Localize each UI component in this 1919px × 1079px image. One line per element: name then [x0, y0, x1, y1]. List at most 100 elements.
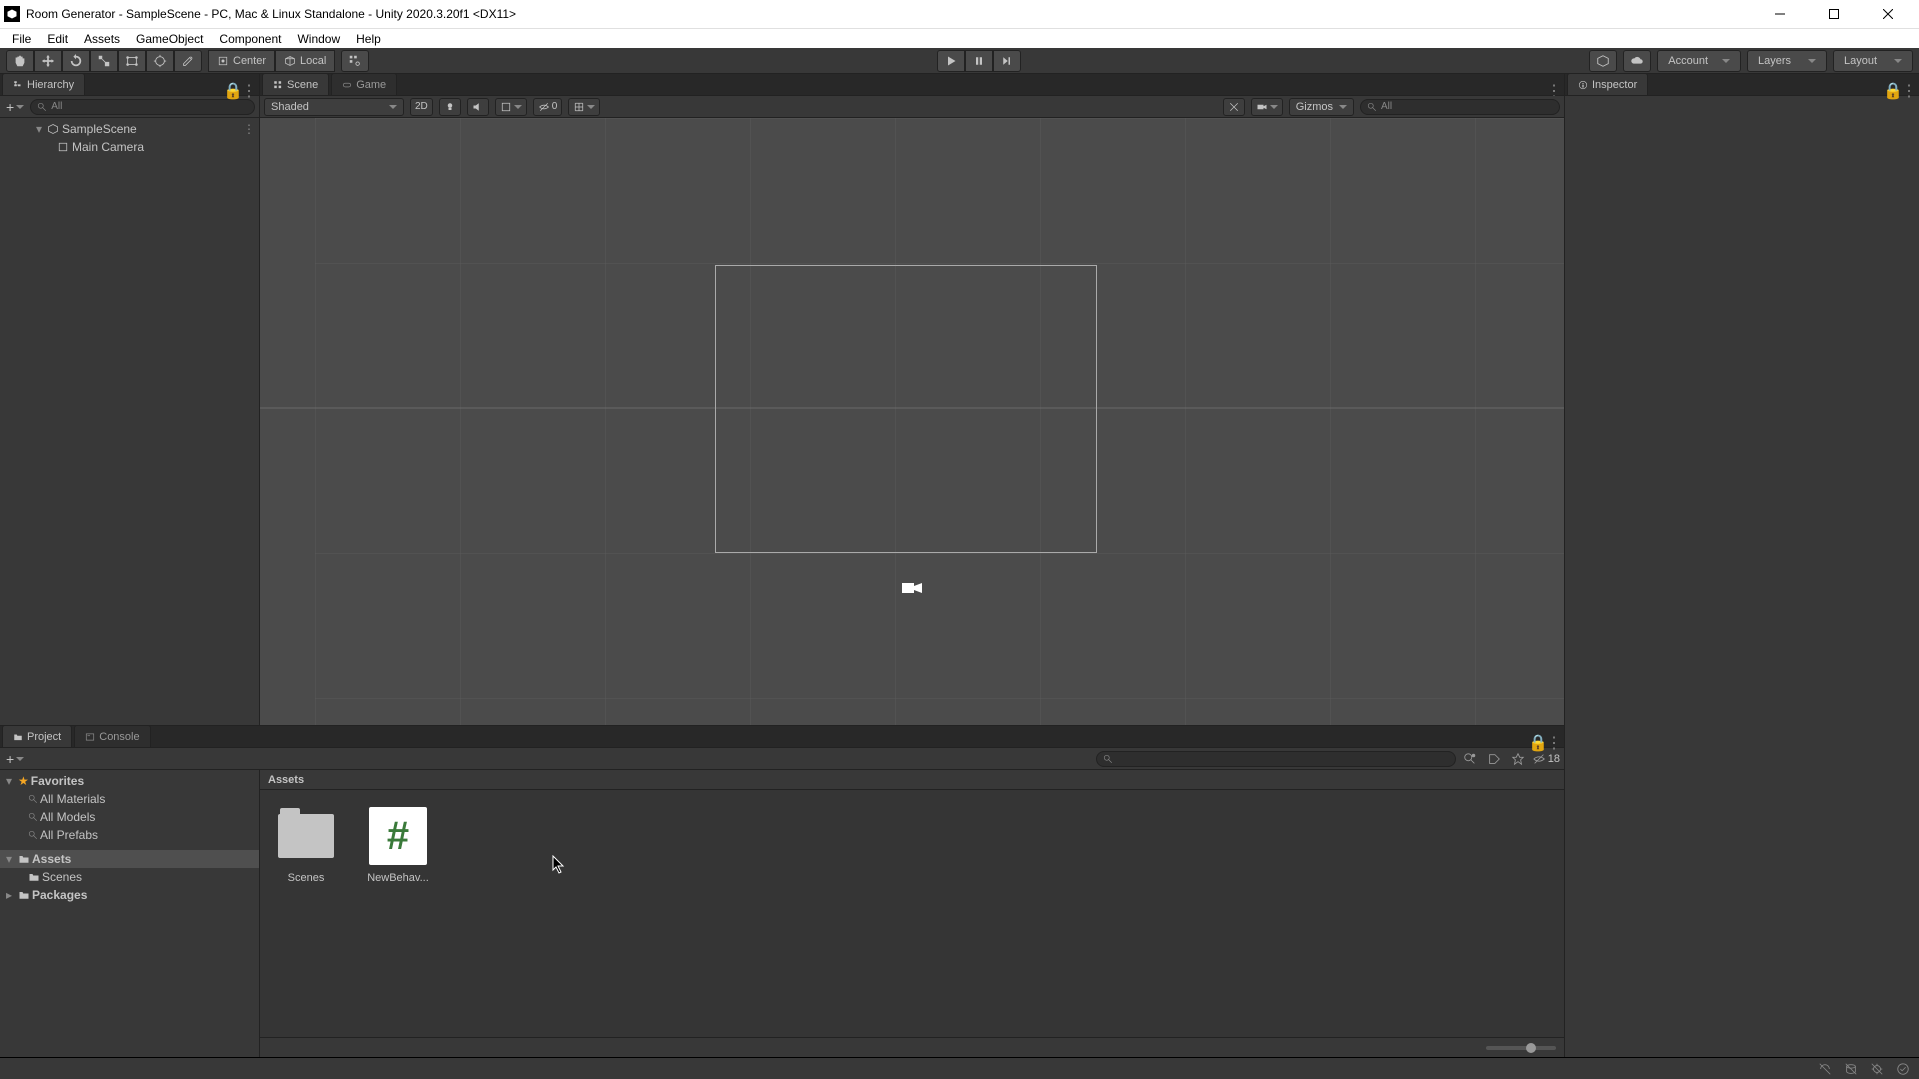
move-tool-button[interactable] — [34, 50, 62, 72]
asset-item-newbehaviour[interactable]: # NewBehav... — [366, 804, 430, 1023]
project-tab[interactable]: Project — [2, 725, 72, 747]
play-button[interactable] — [937, 50, 965, 72]
scale-tool-button[interactable] — [90, 50, 118, 72]
account-dropdown[interactable]: Account — [1657, 50, 1741, 72]
transform-tool-button[interactable] — [146, 50, 174, 72]
pivot-center-button[interactable]: Center — [208, 50, 275, 72]
game-tab-label: Game — [356, 79, 386, 91]
inspector-lock-icon[interactable]: 🔒 — [1883, 81, 1897, 95]
menu-assets[interactable]: Assets — [76, 30, 128, 48]
scene-audio-toggle[interactable] — [467, 98, 489, 116]
packages-label: Packages — [32, 888, 87, 902]
project-assets-row[interactable]: ▾ Assets — [0, 850, 259, 868]
hierarchy-tab[interactable]: Hierarchy — [2, 73, 85, 95]
main-menubar: File Edit Assets GameObject Component Wi… — [0, 28, 1919, 48]
search-by-type-icon[interactable] — [1460, 750, 1480, 768]
folder-icon — [28, 871, 40, 883]
tree-expand-icon[interactable]: ▾ — [36, 122, 46, 136]
menu-file[interactable]: File — [4, 30, 39, 48]
menu-window[interactable]: Window — [289, 30, 348, 48]
close-button[interactable] — [1873, 0, 1903, 28]
rect-tool-button[interactable] — [118, 50, 146, 72]
minimize-button[interactable] — [1765, 0, 1795, 28]
inspector-body — [1565, 96, 1919, 1057]
scene-hidden-objects[interactable]: 0 — [533, 98, 563, 116]
asset-grid[interactable]: Scenes # NewBehav... — [260, 790, 1564, 1037]
hand-tool-button[interactable] — [6, 50, 34, 72]
hierarchy-lock-icon[interactable]: 🔒 — [223, 81, 237, 95]
project-fav-all-materials[interactable]: All Materials — [0, 790, 259, 808]
search-icon — [1103, 754, 1113, 764]
camera-gizmo-icon[interactable] — [902, 581, 922, 595]
window-title: Room Generator - SampleScene - PC, Mac &… — [26, 7, 1765, 21]
pivot-local-button[interactable]: Local — [275, 50, 335, 72]
scene-fx-dropdown[interactable] — [495, 98, 527, 116]
console-tab[interactable]: Console — [74, 725, 150, 747]
shading-mode-dropdown[interactable]: Shaded — [264, 98, 404, 116]
game-tab[interactable]: Game — [331, 73, 397, 95]
gizmos-dropdown[interactable]: Gizmos — [1289, 98, 1354, 116]
project-search-input[interactable] — [1096, 751, 1456, 767]
project-packages-row[interactable]: ▸ Packages — [0, 886, 259, 904]
layers-dropdown[interactable]: Layers — [1747, 50, 1827, 72]
hierarchy-scene-row[interactable]: ▾ SampleScene ⋮ — [0, 120, 259, 138]
2d-toggle-button[interactable]: 2D — [410, 98, 433, 116]
main-toolbar: Center Local Account Layers Layout — [0, 48, 1919, 74]
status-check-icon[interactable] — [1895, 1061, 1911, 1077]
scene-search-input[interactable]: All — [1360, 99, 1560, 115]
project-lock-icon[interactable]: 🔒 — [1528, 733, 1542, 747]
hierarchy-search-input[interactable]: All — [30, 99, 255, 115]
hierarchy-item-main-camera[interactable]: Main Camera — [0, 138, 259, 156]
menu-help[interactable]: Help — [348, 30, 389, 48]
asset-zoom-slider[interactable] — [1486, 1046, 1556, 1050]
unity-scene-icon — [46, 123, 60, 135]
scene-tab-icon — [273, 80, 283, 90]
hierarchy-menu-icon[interactable]: ⋮ — [241, 81, 255, 95]
step-button[interactable] — [993, 50, 1021, 72]
pause-button[interactable] — [965, 50, 993, 72]
menu-component[interactable]: Component — [211, 30, 289, 48]
collab-button[interactable] — [1589, 50, 1617, 72]
scene-name-label: SampleScene — [62, 122, 137, 136]
menu-edit[interactable]: Edit — [39, 30, 76, 48]
save-search-icon[interactable] — [1508, 750, 1528, 768]
project-menu-icon[interactable]: ⋮ — [1546, 733, 1560, 747]
search-by-label-icon[interactable] — [1484, 750, 1504, 768]
scene-tools-button[interactable] — [1223, 98, 1245, 116]
status-cache-icon[interactable] — [1843, 1061, 1859, 1077]
scene-panel-menu-icon[interactable]: ⋮ — [1546, 81, 1560, 95]
hidden-packages-count[interactable]: 18 — [1532, 752, 1560, 766]
project-fav-all-prefabs[interactable]: All Prefabs — [0, 826, 259, 844]
status-auto-generate-icon[interactable] — [1817, 1061, 1833, 1077]
csharp-script-icon: # — [369, 807, 427, 865]
custom-tool-button[interactable] — [174, 50, 202, 72]
rotate-tool-button[interactable] — [62, 50, 90, 72]
scene-grid-dropdown[interactable] — [568, 98, 600, 116]
project-breadcrumb[interactable]: Assets — [260, 770, 1564, 790]
asset-item-scenes[interactable]: Scenes — [274, 804, 338, 1023]
scene-kebab-icon[interactable]: ⋮ — [243, 122, 255, 136]
inspector-tab[interactable]: Inspector — [1567, 73, 1648, 95]
scene-camera-dropdown[interactable] — [1251, 98, 1283, 116]
console-icon — [85, 732, 95, 742]
inspector-tab-label: Inspector — [1592, 79, 1637, 91]
maximize-button[interactable] — [1819, 0, 1849, 28]
scene-tab-bar: Scene Game ⋮ — [260, 74, 1564, 96]
snap-toggle-button[interactable] — [341, 50, 369, 72]
cloud-button[interactable] — [1623, 50, 1651, 72]
status-debug-icon[interactable] — [1869, 1061, 1885, 1077]
game-tab-icon — [342, 80, 352, 90]
project-assets-scenes[interactable]: Scenes — [0, 868, 259, 886]
project-fav-all-models[interactable]: All Models — [0, 808, 259, 826]
unity-app-icon — [4, 6, 20, 22]
layout-dropdown[interactable]: Layout — [1833, 50, 1913, 72]
project-add-button[interactable]: + — [4, 750, 26, 768]
star-icon: ★ — [18, 774, 29, 788]
inspector-menu-icon[interactable]: ⋮ — [1901, 81, 1915, 95]
project-favorites-row[interactable]: ▾ ★ Favorites — [0, 772, 259, 790]
hierarchy-add-button[interactable]: + — [4, 98, 26, 116]
scene-tab[interactable]: Scene — [262, 73, 329, 95]
scene-light-toggle[interactable] — [439, 98, 461, 116]
menu-gameobject[interactable]: GameObject — [128, 30, 211, 48]
scene-search-placeholder: All — [1381, 101, 1392, 112]
